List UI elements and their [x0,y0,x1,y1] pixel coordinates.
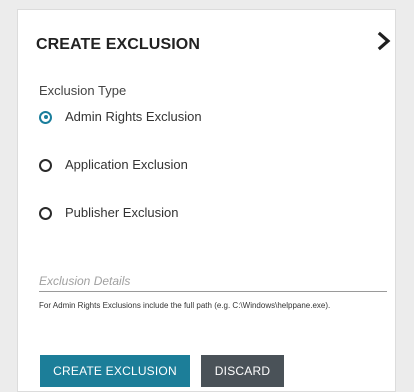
radio-label: Application Exclusion [65,157,188,172]
panel-title: CREATE EXCLUSION [36,36,200,53]
radio-unchecked-icon[interactable] [39,206,52,220]
radio-label: Admin Rights Exclusion [65,109,202,124]
collapse-panel-button[interactable] [372,27,396,55]
radio-checked-icon[interactable] [39,110,52,124]
radio-unchecked-icon[interactable] [39,158,52,172]
radio-label: Publisher Exclusion [65,205,179,220]
radio-publisher-exclusion[interactable]: Publisher Exclusion [39,203,178,223]
radio-admin-rights-exclusion[interactable]: Admin Rights Exclusion [39,107,202,127]
exclusion-details-input[interactable] [39,270,387,292]
exclusion-type-label: Exclusion Type [39,83,127,98]
chevron-right-icon [377,31,391,51]
radio-application-exclusion[interactable]: Application Exclusion [39,155,188,175]
create-exclusion-panel: CREATE EXCLUSION Exclusion Type Admin Ri… [17,9,396,392]
help-text: For Admin Rights Exclusions include the … [39,301,331,310]
discard-button[interactable]: DISCARD [201,355,284,387]
create-exclusion-button[interactable]: CREATE EXCLUSION [40,355,190,387]
